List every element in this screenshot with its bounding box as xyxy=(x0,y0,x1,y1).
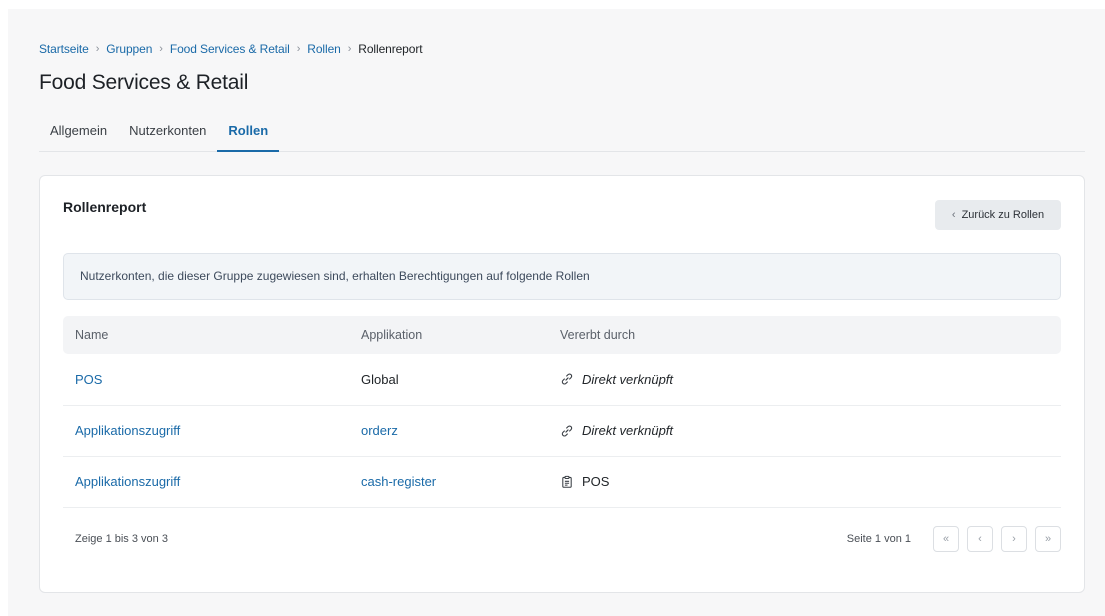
last-page-button[interactable]: » xyxy=(1035,526,1061,552)
tab-bar: Allgemein Nutzerkonten Rollen xyxy=(39,119,1085,152)
next-page-button[interactable]: › xyxy=(1001,526,1027,552)
breadcrumb-link-gruppen[interactable]: Gruppen xyxy=(106,42,152,56)
link-icon xyxy=(560,424,574,438)
breadcrumb-link-group[interactable]: Food Services & Retail xyxy=(170,42,290,56)
info-alert: Nutzerkonten, die dieser Gruppe zugewies… xyxy=(63,253,1061,300)
back-to-roles-label: Zurück zu Rollen xyxy=(961,209,1045,221)
previous-page-button[interactable]: ‹ xyxy=(967,526,993,552)
table-row: Applikationszugriff cash-register POS xyxy=(63,456,1061,508)
clipboard-icon xyxy=(560,475,574,489)
breadcrumb-link-startseite[interactable]: Startseite xyxy=(39,42,89,56)
inherited-by-text: POS xyxy=(582,474,610,489)
result-count: Zeige 1 bis 3 von 3 xyxy=(75,533,168,545)
double-chevron-left-icon: « xyxy=(942,533,950,545)
card-title: Rollenreport xyxy=(63,199,147,215)
breadcrumb-link-rollen[interactable]: Rollen xyxy=(307,42,341,56)
first-page-button[interactable]: « xyxy=(933,526,959,552)
link-icon xyxy=(560,372,574,386)
column-header-inherited-by[interactable]: Vererbt durch xyxy=(548,316,1061,354)
application-link[interactable]: cash-register xyxy=(361,474,436,489)
chevron-right-icon: › xyxy=(1012,533,1016,545)
role-name-link[interactable]: Applikationszugriff xyxy=(75,474,180,489)
breadcrumb-current: Rollenreport xyxy=(358,42,423,56)
column-header-name[interactable]: Name xyxy=(63,316,349,354)
breadcrumb: Startseite › Gruppen › Food Services & R… xyxy=(39,42,423,56)
role-name-link[interactable]: POS xyxy=(75,372,102,387)
double-chevron-right-icon: » xyxy=(1044,533,1052,545)
tab-allgemein[interactable]: Allgemein xyxy=(39,119,118,152)
table-row: POS Global Direkt verknüpft xyxy=(63,354,1061,406)
table-row: Applikationszugriff orderz Direkt verknü… xyxy=(63,405,1061,457)
page-container: Startseite › Gruppen › Food Services & R… xyxy=(8,9,1105,616)
tab-nutzerkonten[interactable]: Nutzerkonten xyxy=(118,119,217,152)
application-text: Global xyxy=(361,371,399,387)
chevron-right-icon: › xyxy=(95,43,100,55)
chevron-right-icon: › xyxy=(159,43,163,55)
inherited-by-cell: POS xyxy=(560,474,1049,489)
inherited-by-text: Direkt verknüpft xyxy=(582,423,674,438)
role-name-link[interactable]: Applikationszugriff xyxy=(75,423,180,438)
chevron-right-icon: › xyxy=(347,43,352,55)
tab-rollen[interactable]: Rollen xyxy=(217,119,280,152)
table-header-row: Name Applikation Vererbt durch xyxy=(63,316,1061,354)
roles-table: Name Applikation Vererbt durch POS Globa… xyxy=(63,316,1061,508)
chevron-left-icon: ‹ xyxy=(951,209,956,221)
page-title: Food Services & Retail xyxy=(39,71,249,94)
pagination: Seite 1 von 1 « ‹ › » xyxy=(847,526,1061,552)
chevron-right-icon: › xyxy=(296,43,301,55)
role-report-card: Rollenreport ‹ Zurück zu Rollen Nutzerko… xyxy=(39,175,1085,593)
inherited-by-cell: Direkt verknüpft xyxy=(560,423,1049,438)
page-info: Seite 1 von 1 xyxy=(846,533,911,545)
chevron-left-icon: ‹ xyxy=(978,533,982,545)
application-link[interactable]: orderz xyxy=(361,423,398,438)
back-to-roles-button[interactable]: ‹ Zurück zu Rollen xyxy=(935,200,1061,230)
column-header-application[interactable]: Applikation xyxy=(349,316,548,354)
inherited-by-text: Direkt verknüpft xyxy=(582,371,674,387)
inherited-by-cell: Direkt verknüpft xyxy=(560,372,1049,387)
